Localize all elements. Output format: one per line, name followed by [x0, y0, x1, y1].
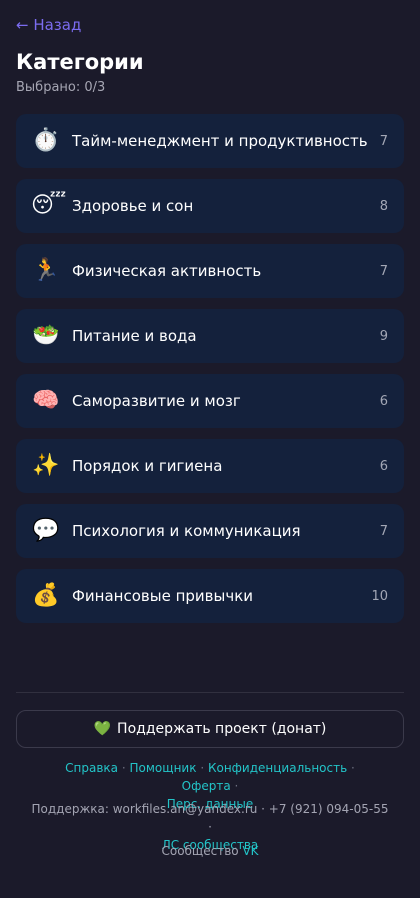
category-count: 10 — [371, 588, 388, 604]
category-label: Порядок и гигиена — [72, 457, 223, 475]
sleeping-face-icon: 😴 — [31, 193, 67, 218]
category-count: 7 — [379, 133, 388, 149]
category-item-self-development[interactable]: 🧠 Саморазвитие и мозг 6 — [16, 374, 404, 428]
donate-button[interactable]: 💚 Поддержать проект (донат) — [16, 710, 404, 748]
page-title: Категории — [16, 50, 144, 74]
separator: · — [200, 761, 205, 775]
category-label: Тайм-менеджмент и продуктивность — [72, 132, 368, 150]
privacy-link[interactable]: Конфиденциальность — [208, 761, 347, 775]
selected-counter: Выбрано: 0/3 — [16, 80, 106, 95]
category-label: Финансовые привычки — [72, 587, 254, 605]
sparkles-icon: ✨ — [32, 453, 60, 478]
separator: · — [234, 779, 239, 793]
back-link[interactable]: ← Назад — [16, 15, 81, 35]
category-item-order-hygiene[interactable]: ✨ Порядок и гигиена 6 — [16, 439, 404, 493]
assistant-link[interactable]: Помощник — [130, 761, 197, 775]
offer-link[interactable]: Оферта — [182, 779, 231, 793]
category-count: 6 — [379, 393, 388, 409]
category-item-nutrition-water[interactable]: 🥗 Питание и вода 9 — [16, 309, 404, 363]
community-label: Сообщество — [161, 844, 239, 858]
green-heart-icon: 💚 — [93, 721, 112, 737]
category-item-psychology[interactable]: 💬 Психология и коммуникация 7 — [16, 504, 404, 558]
footer-divider — [16, 692, 404, 693]
category-label: Здоровье и сон — [72, 197, 194, 215]
brain-icon: 🧠 — [32, 388, 60, 413]
category-item-time-management[interactable]: ⏱️ Тайм-менеджмент и продуктивность 7 — [16, 114, 404, 168]
vk-link[interactable]: VK — [242, 844, 258, 858]
running-person-icon: 🏃 — [32, 258, 60, 283]
community-info: Сообщество VK — [30, 842, 390, 860]
category-item-health-sleep[interactable]: 😴 Здоровье и сон 8 — [16, 179, 404, 233]
category-count: 6 — [379, 458, 388, 474]
category-count: 9 — [379, 328, 388, 344]
category-list: ⏱️ Тайм-менеджмент и продуктивность 7 😴 … — [16, 114, 404, 634]
separator: · — [121, 761, 126, 775]
category-item-physical-activity[interactable]: 🏃 Физическая активность 7 — [16, 244, 404, 298]
salad-bowl-icon: 🥗 — [32, 323, 60, 348]
category-label: Психология и коммуникация — [72, 522, 301, 540]
category-label: Саморазвитие и мозг — [72, 392, 241, 410]
separator: · — [351, 761, 355, 775]
speech-bubble-icon: 💬 — [32, 518, 60, 543]
money-bag-icon: 💰 — [32, 583, 60, 608]
category-label: Питание и вода — [72, 327, 197, 345]
help-link[interactable]: Справка — [65, 761, 118, 775]
stopwatch-icon: ⏱️ — [32, 128, 60, 153]
category-count: 7 — [379, 263, 388, 279]
category-item-finance[interactable]: 💰 Финансовые привычки 10 — [16, 569, 404, 623]
donate-label: Поддержать проект (донат) — [117, 721, 327, 737]
support-contacts: Поддержка: workfiles.an@yandex.ru · +7 (… — [31, 802, 389, 834]
category-label: Физическая активность — [72, 262, 262, 280]
category-count: 7 — [379, 523, 388, 539]
category-count: 8 — [379, 198, 388, 214]
